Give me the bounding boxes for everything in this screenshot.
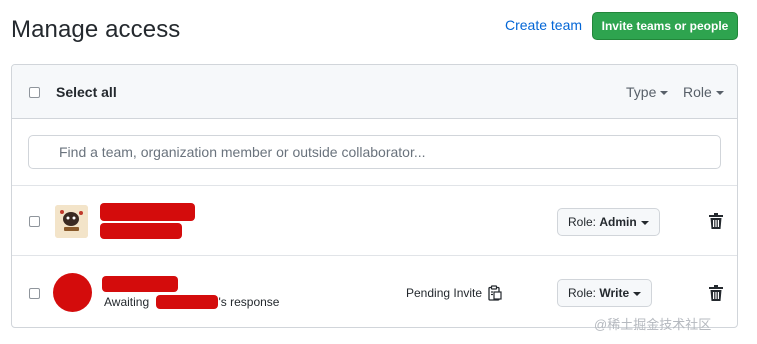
member-checkbox[interactable] (29, 288, 40, 299)
redacted-invitee (156, 295, 219, 309)
member-checkbox[interactable] (29, 216, 40, 227)
trash-icon[interactable] (709, 213, 723, 229)
caret-down-icon (633, 291, 642, 296)
awaiting-suffix: 's response (218, 295, 280, 309)
role-filter-label: Role (683, 84, 712, 100)
type-filter[interactable]: Type (626, 84, 669, 100)
member-search-input[interactable] (28, 135, 721, 169)
role-prefix: Role: (568, 286, 600, 300)
redacted-fullname (100, 223, 182, 239)
search-row (12, 119, 737, 186)
pending-invite: Pending Invite (406, 285, 502, 301)
select-all-checkbox[interactable] (29, 87, 40, 98)
page-title: Manage access (11, 16, 181, 43)
invite-button[interactable]: Invite teams or people (592, 12, 738, 40)
caret-down-icon (640, 220, 649, 225)
panel-header: Select all Type Role (12, 65, 737, 119)
access-panel: Select all Type Role Find a team, organi… (11, 64, 738, 328)
watermark: @稀土掘金技术社区 (594, 317, 712, 332)
awaiting-response-text: Awaiting 's response (104, 295, 279, 309)
type-filter-label: Type (626, 84, 657, 100)
role-filter[interactable]: Role (683, 84, 724, 100)
role-value: Admin (599, 215, 637, 229)
role-value: Write (599, 286, 630, 300)
avatar[interactable] (55, 205, 88, 238)
avatar[interactable] (53, 273, 92, 312)
role-write-button[interactable]: Role: Write (557, 279, 653, 307)
clipboard-icon[interactable] (488, 285, 502, 301)
select-all-label: Select all (56, 84, 117, 100)
redacted-username[interactable] (100, 203, 195, 221)
caret-down-icon (715, 90, 724, 95)
awaiting-prefix: Awaiting (104, 295, 150, 309)
redacted-username[interactable] (102, 276, 178, 292)
avatar-image (55, 205, 88, 238)
trash-icon[interactable] (709, 285, 723, 301)
role-admin-button[interactable]: Role: Admin (557, 208, 660, 236)
create-team-link[interactable]: Create team (505, 17, 582, 33)
member-row: Role: Admin (12, 186, 737, 256)
caret-down-icon (660, 90, 669, 95)
role-prefix: Role: (568, 215, 600, 229)
pending-invite-label: Pending Invite (406, 286, 483, 300)
